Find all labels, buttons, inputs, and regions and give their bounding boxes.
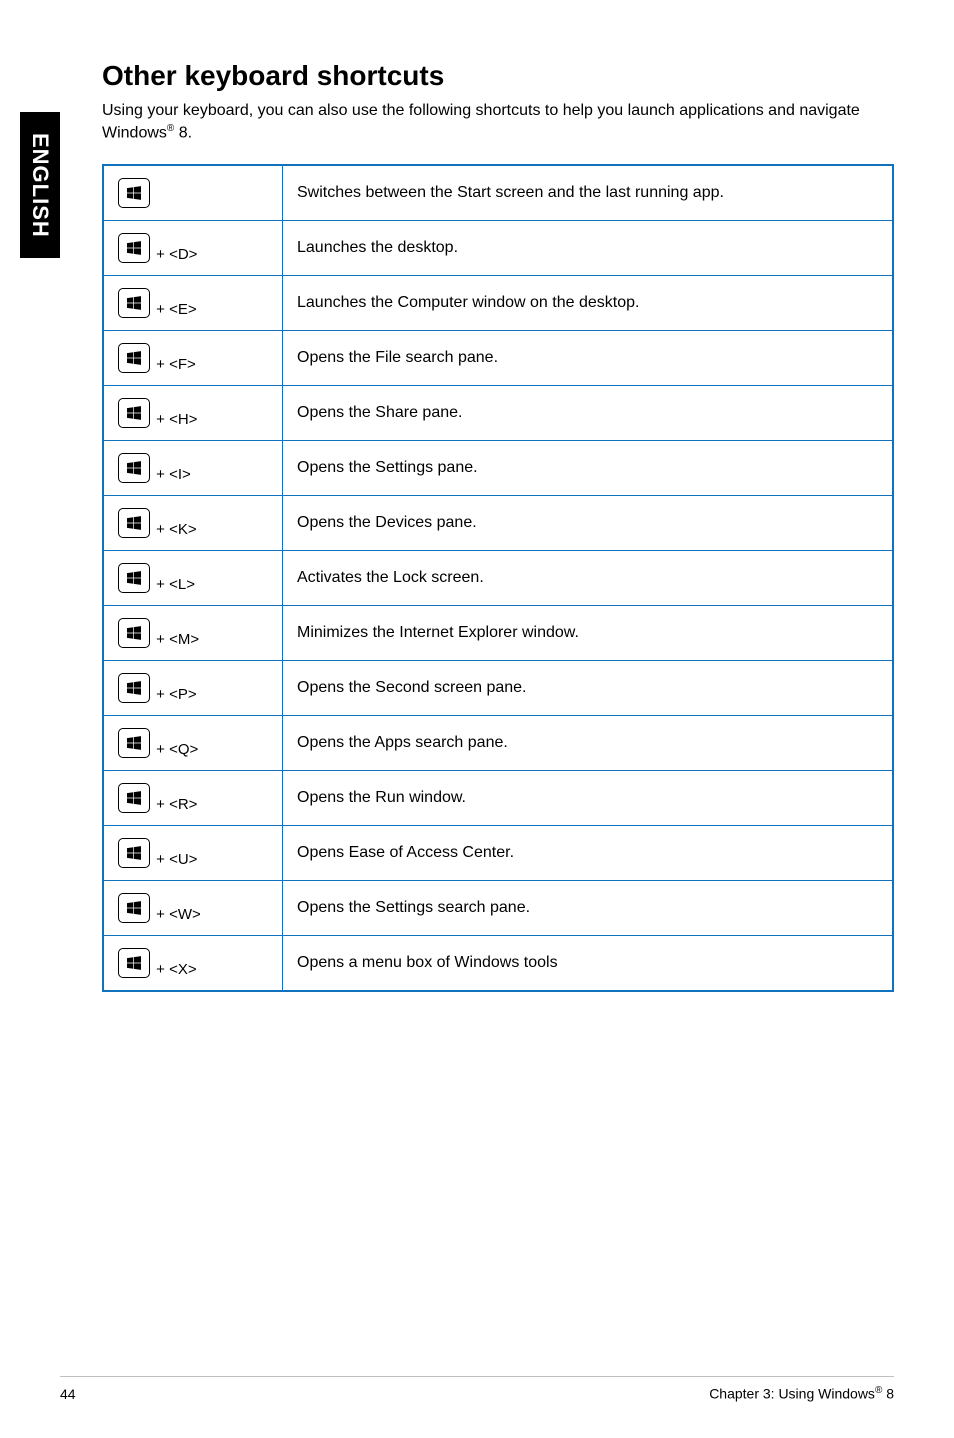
- windows-key-icon: [118, 398, 150, 428]
- page: ENGLISH Other keyboard shortcuts Using y…: [0, 0, 954, 1438]
- windows-key-icon: [118, 728, 150, 758]
- shortcut-suffix: + <F>: [152, 356, 196, 373]
- shortcut-description: Launches the Computer window on the desk…: [283, 275, 894, 330]
- windows-key-icon: [118, 893, 150, 923]
- shortcut-cell: + <Q>: [103, 715, 283, 770]
- windows-key-icon: [118, 673, 150, 703]
- language-tab: ENGLISH: [20, 112, 60, 258]
- table-row: + <F> Opens the File search pane.: [103, 330, 893, 385]
- shortcut-suffix: + <M>: [152, 631, 199, 648]
- shortcut-cell: + <I>: [103, 440, 283, 495]
- shortcut-description: Switches between the Start screen and th…: [283, 165, 894, 221]
- page-title: Other keyboard shortcuts: [102, 60, 894, 92]
- shortcut-cell: + <F>: [103, 330, 283, 385]
- windows-key-icon: [118, 233, 150, 263]
- shortcut-description: Opens the Share pane.: [283, 385, 894, 440]
- shortcut-suffix: + <L>: [152, 576, 195, 593]
- windows-key-icon: [118, 783, 150, 813]
- table-row: + <Q> Opens the Apps search pane.: [103, 715, 893, 770]
- table-row: + <M> Minimizes the Internet Explorer win…: [103, 605, 893, 660]
- shortcut-cell: + <D>: [103, 220, 283, 275]
- shortcut-cell: + <L>: [103, 550, 283, 605]
- windows-key-icon: [118, 618, 150, 648]
- shortcut-cell: [103, 165, 283, 221]
- intro-paragraph: Using your keyboard, you can also use th…: [102, 100, 894, 144]
- shortcut-description: Opens the Settings search pane.: [283, 880, 894, 935]
- chapter-text-b: 8: [882, 1386, 894, 1402]
- shortcut-suffix: + <K>: [152, 521, 197, 538]
- table-row: + <X> Opens a menu box of Windows tools: [103, 935, 893, 991]
- windows-key-icon: [118, 343, 150, 373]
- table-row: + <E> Launches the Computer window on the…: [103, 275, 893, 330]
- table-row: + <I> Opens the Settings pane.: [103, 440, 893, 495]
- windows-key-icon: [118, 948, 150, 978]
- windows-key-icon: [118, 178, 150, 208]
- shortcut-suffix: + <X>: [152, 961, 197, 978]
- shortcut-description: Minimizes the Internet Explorer window.: [283, 605, 894, 660]
- windows-key-icon: [118, 563, 150, 593]
- table-row: + <L> Activates the Lock screen.: [103, 550, 893, 605]
- shortcut-cell: + <U>: [103, 825, 283, 880]
- shortcut-cell: + <W>: [103, 880, 283, 935]
- chapter-label: Chapter 3: Using Windows® 8: [709, 1385, 894, 1402]
- chapter-text-a: Chapter 3: Using Windows: [709, 1386, 875, 1402]
- page-number: 44: [60, 1386, 76, 1402]
- windows-key-icon: [118, 288, 150, 318]
- shortcut-description: Opens the Second screen pane.: [283, 660, 894, 715]
- shortcut-suffix: + <Q>: [152, 741, 198, 758]
- shortcuts-tbody: Switches between the Start screen and th…: [103, 165, 893, 991]
- table-row: + <P> Opens the Second screen pane.: [103, 660, 893, 715]
- shortcut-description: Activates the Lock screen.: [283, 550, 894, 605]
- intro-text-a: Using your keyboard, you can also use th…: [102, 102, 860, 141]
- table-row: + <R> Opens the Run window.: [103, 770, 893, 825]
- table-row: + <K> Opens the Devices pane.: [103, 495, 893, 550]
- shortcut-description: Opens the Devices pane.: [283, 495, 894, 550]
- shortcut-suffix: + <E>: [152, 301, 197, 318]
- table-row: + <D> Launches the desktop.: [103, 220, 893, 275]
- shortcut-suffix: + <I>: [152, 466, 191, 483]
- shortcuts-table: Switches between the Start screen and th…: [102, 164, 894, 992]
- table-row: Switches between the Start screen and th…: [103, 165, 893, 221]
- page-footer: 44 Chapter 3: Using Windows® 8: [60, 1376, 894, 1402]
- shortcut-description: Opens the Run window.: [283, 770, 894, 825]
- table-row: + <W> Opens the Settings search pane.: [103, 880, 893, 935]
- shortcut-description: Opens the Apps search pane.: [283, 715, 894, 770]
- windows-key-icon: [118, 838, 150, 868]
- shortcut-suffix: + <P>: [152, 686, 197, 703]
- shortcut-cell: + <X>: [103, 935, 283, 991]
- windows-key-icon: [118, 453, 150, 483]
- table-row: + <H> Opens the Share pane.: [103, 385, 893, 440]
- shortcut-suffix: + <R>: [152, 796, 197, 813]
- shortcut-cell: + <M>: [103, 605, 283, 660]
- language-tab-label: ENGLISH: [27, 133, 53, 238]
- shortcut-cell: + <E>: [103, 275, 283, 330]
- shortcut-cell: + <P>: [103, 660, 283, 715]
- shortcut-description: Opens the Settings pane.: [283, 440, 894, 495]
- shortcut-description: Opens a menu box of Windows tools: [283, 935, 894, 991]
- intro-text-b: 8.: [174, 124, 192, 141]
- shortcut-suffix: + <U>: [152, 851, 197, 868]
- shortcut-cell: + <K>: [103, 495, 283, 550]
- windows-key-icon: [118, 508, 150, 538]
- shortcut-suffix: + <D>: [152, 246, 197, 263]
- shortcut-suffix: + <W>: [152, 906, 201, 923]
- shortcut-cell: + <H>: [103, 385, 283, 440]
- shortcut-description: Opens Ease of Access Center.: [283, 825, 894, 880]
- shortcut-cell: + <R>: [103, 770, 283, 825]
- shortcut-suffix: + <H>: [152, 411, 197, 428]
- shortcut-description: Launches the desktop.: [283, 220, 894, 275]
- page-content: Other keyboard shortcuts Using your keyb…: [102, 60, 894, 992]
- table-row: + <U> Opens Ease of Access Center.: [103, 825, 893, 880]
- shortcut-description: Opens the File search pane.: [283, 330, 894, 385]
